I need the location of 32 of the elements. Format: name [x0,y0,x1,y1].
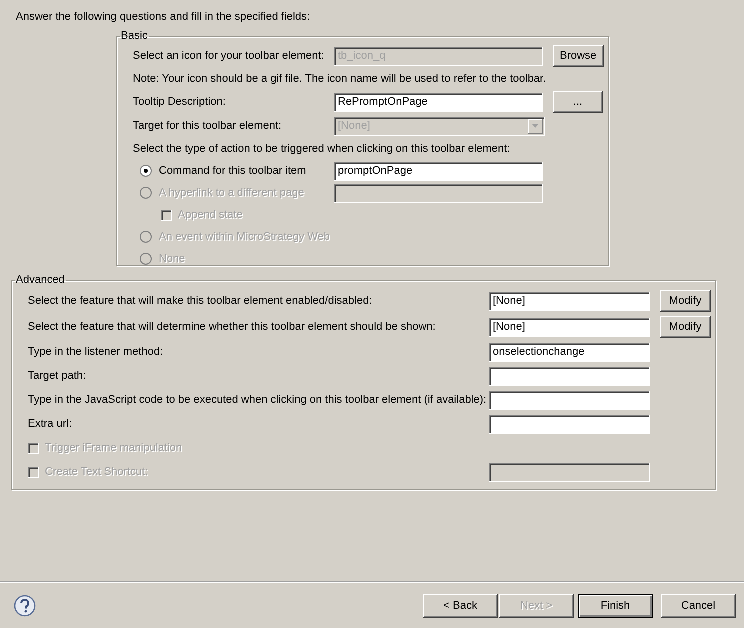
field-label: Target for this toolbar element: [133,120,283,132]
input-field[interactable]: [None] [489,292,650,310]
group-title: Advanced [15,274,66,286]
action-button[interactable]: Modify [660,316,711,338]
instruction-text: Answer the following questions and fill in the specified fields: [16,10,312,24]
help-icon [14,595,36,617]
input-field[interactable] [489,414,650,434]
input-field[interactable] [489,390,650,410]
wizard-button[interactable]: < Back [423,594,498,618]
group-title: Basic [120,30,149,42]
note-text: Note: Your icon should be a gif file. The icon name will be used to refer to the toolbar. [133,73,546,85]
field-label: Tooltip Description: [133,96,227,108]
input-field[interactable] [489,366,650,386]
input-field[interactable]: [None] [489,318,650,336]
wizard-button[interactable]: Cancel [661,594,736,618]
input-field[interactable]: RePromptOnPage [334,92,543,112]
field-label: Target path: [28,370,88,382]
action-button[interactable]: Modify [660,290,711,312]
wizard-button[interactable]: Finish [578,594,653,618]
field-label: Type in the listener method: [28,346,164,358]
ellipsis-button[interactable]: ... [553,91,603,113]
field-label: Select the feature that will make this toolbar element enabled/disabled: [28,295,374,307]
field-label: Extra url: [28,418,74,430]
field-label: Type in the JavaScript code to be executed when clicking on this toolbar element (if available): [28,394,488,406]
note-text: Select the type of action to be triggered when clicking on this toolbar element: [133,143,510,155]
radio-button[interactable] [140,165,152,177]
dropdown-arrow-icon [532,124,539,128]
field-label: Select an icon for your toolbar element: [133,50,326,62]
field-label: Select the feature that will determine whether this toolbar element should be shown: [28,321,437,333]
input-field[interactable]: onselectionchange [489,342,650,362]
radio-label: Command for this toolbar item [159,165,306,177]
input-field[interactable]: promptOnPage [334,162,543,180]
